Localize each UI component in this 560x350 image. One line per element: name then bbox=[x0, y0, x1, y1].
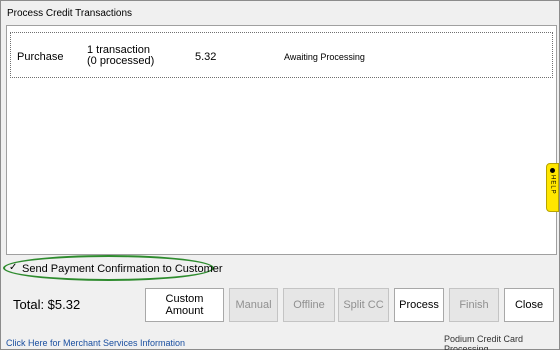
transaction-amount: 5.32 bbox=[195, 51, 217, 63]
transaction-row[interactable]: Purchase 1 transaction (0 processed) 5.3… bbox=[10, 32, 553, 78]
split-cc-button[interactable]: Split CC bbox=[338, 288, 389, 322]
custom-amount-button[interactable]: Custom Amount bbox=[145, 288, 224, 322]
transaction-count-line2: (0 processed) bbox=[87, 55, 155, 67]
transaction-count: 1 transaction (0 processed) bbox=[87, 45, 154, 67]
transactions-list: Purchase 1 transaction (0 processed) 5.3… bbox=[6, 25, 557, 255]
help-dot-icon bbox=[550, 168, 555, 173]
help-tab-label: HELP bbox=[549, 175, 556, 195]
manual-button[interactable]: Manual bbox=[229, 288, 278, 322]
process-button[interactable]: Process bbox=[394, 288, 444, 322]
window-title: Process Credit Transactions bbox=[7, 8, 133, 19]
offline-button[interactable]: Offline bbox=[283, 288, 335, 322]
finish-button[interactable]: Finish bbox=[449, 288, 499, 322]
process-credit-transactions-window: Process Credit Transactions Purchase 1 t… bbox=[0, 0, 560, 350]
provider-label: Podium Credit Card Processing bbox=[444, 334, 524, 350]
help-tab[interactable]: HELP bbox=[546, 163, 559, 212]
close-button[interactable]: Close bbox=[504, 288, 554, 322]
transaction-status: Awaiting Processing bbox=[284, 52, 365, 62]
confirmation-checkbox[interactable]: ✓ bbox=[9, 263, 19, 273]
total-amount: Total: $5.32 bbox=[13, 297, 81, 312]
merchant-services-link[interactable]: Click Here for Merchant Services Informa… bbox=[6, 338, 185, 348]
transaction-type: Purchase bbox=[17, 51, 64, 63]
confirmation-label[interactable]: Send Payment Confirmation to Customer bbox=[22, 263, 223, 275]
